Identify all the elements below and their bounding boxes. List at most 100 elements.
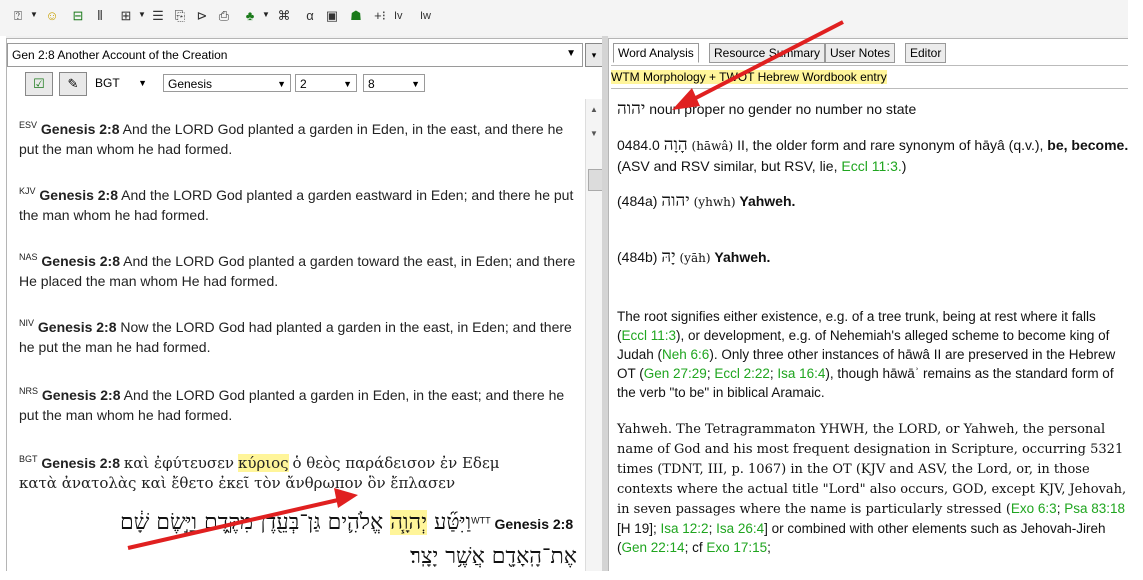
verse-wtt-line2: אֶת־הָֽאָדָ֖ם אֲשֶׁ֥ר יָצָֽר׃ [410, 544, 577, 569]
link-icon[interactable]: ✎ [59, 72, 87, 96]
passage-title-dropdown[interactable]: Gen 2:8 Another Account of the Creation … [7, 43, 583, 67]
version-value: BGT [95, 76, 120, 90]
hebrew-word: הָוָה [663, 135, 688, 155]
highlighted-word-kyrios[interactable]: κύριος [237, 454, 289, 472]
analysis-pane: Word Analysis Resource Summary User Note… [608, 38, 1135, 580]
verse-nas: NAS Genesis 2:8 And the LORD God planted… [19, 251, 579, 291]
greek-text-line2: κατὰ ἀνατολὰς καὶ ἔθετο ἐκεῖ τὸν ἄνθρωπο… [19, 474, 456, 492]
people-dropdown-caret[interactable]: ▼ [262, 10, 270, 19]
yahweh-paragraph: Yahweh. The Tetragrammaton YHWH, the LOR… [617, 419, 1129, 557]
user-group-icon[interactable]: ☺ [44, 8, 60, 24]
scripture-link[interactable]: Exo 6:3 [1011, 501, 1057, 516]
compare-icon[interactable]: ⊳ [194, 8, 210, 24]
scroll-up-icon[interactable]: ▲ [590, 105, 598, 114]
hebrew-word: יהוה [661, 191, 690, 211]
verse-ref[interactable]: Genesis 2:8 [41, 455, 120, 471]
morphology-description: noun proper no gender no number no state [649, 101, 917, 117]
version-abbr: KJV [19, 186, 36, 196]
highlighted-word-yhwh[interactable]: יְהוָ֧ה [390, 510, 427, 535]
grid-dropdown-caret[interactable]: ▼ [138, 10, 146, 19]
hebrew-word: יָהּ [661, 247, 676, 267]
version-abbr: NIV [19, 318, 35, 328]
pane-dropdown-button[interactable]: ▾ [585, 43, 603, 67]
entry-text: ) [901, 158, 907, 174]
torn-edge-right [1128, 0, 1143, 580]
window-icon[interactable]: ▣ [324, 8, 340, 24]
verse-esv: ESV Genesis 2:8 And the LORD God planted… [19, 119, 579, 159]
verse-ref[interactable]: Genesis 2:8 [495, 516, 574, 532]
verse-niv: NIV Genesis 2:8 Now the LORD God had pla… [19, 317, 579, 357]
chapter-select[interactable]: 2 ▼ [295, 74, 357, 92]
verse-value: 8 [368, 77, 375, 91]
paragraph-text: ; cf [684, 540, 707, 555]
scripture-link[interactable]: Isa 26:4 [716, 521, 764, 536]
scripture-link[interactable]: Psa 83:18 [1064, 501, 1125, 516]
sub-entry-number: (484a) [617, 193, 658, 209]
verse-ref[interactable]: Genesis 2:8 [42, 387, 121, 403]
toolbar-text-iw[interactable]: Iw [420, 10, 431, 22]
torn-edge-bottom [0, 571, 1143, 580]
root-paragraph: The root signifies either existence, e.g… [617, 307, 1129, 402]
paragraph-text: [H 19]; [617, 521, 661, 536]
verse-wtt: WTT Genesis 2:8 וַיִּטַּ֞ע יְהוָ֧ה אֱלֹה… [27, 509, 577, 535]
scripture-link[interactable]: Eccl 11:3. [841, 158, 901, 174]
help-icon[interactable]: ⍰ [10, 8, 26, 24]
tab-user-notes[interactable]: User Notes [825, 43, 896, 63]
source-info-bar: WTM Morphology + TWOT Hebrew Wordbook en… [611, 65, 1131, 89]
tab-resource-summary[interactable]: Resource Summary [709, 43, 826, 63]
alpha-icon[interactable]: α [302, 8, 318, 24]
version-abbr: NAS [19, 252, 38, 262]
version-abbr: WTT [471, 515, 491, 526]
sub-entry-a: (484a) יהוה (yhwh) Yahweh. [617, 191, 1129, 212]
add-column-icon[interactable]: +⁝ [372, 8, 388, 24]
chevron-down-icon: ▼ [411, 79, 420, 89]
network-icon[interactable]: ⌘ [276, 8, 292, 24]
print-icon[interactable]: ⎙ [216, 8, 232, 24]
chevron-down-icon: ▼ [277, 79, 286, 89]
checkbox-toggle-icon[interactable]: ☑ [25, 72, 53, 96]
gloss: Yahweh. [739, 193, 796, 209]
gloss: Yahweh. [714, 249, 771, 265]
tab-word-analysis[interactable]: Word Analysis [613, 43, 699, 63]
entry-text: II, the older form and rare synonym of h… [737, 137, 1044, 153]
verse-kjv: KJV Genesis 2:8 And the LORD God planted… [19, 185, 579, 225]
chapter-value: 2 [300, 77, 307, 91]
entry-number: 0484.0 [617, 137, 660, 153]
window-layout-icon[interactable]: ⊟ [70, 8, 86, 24]
scripture-link[interactable]: Gen 27:29 [644, 366, 707, 381]
hebrew-word: יהוה [617, 99, 646, 119]
scripture-link[interactable]: Eccl 11:3 [622, 328, 677, 343]
scripture-link[interactable]: Neh 6:6 [662, 347, 709, 362]
help-dropdown-caret[interactable]: ▼ [30, 10, 38, 19]
verse-select[interactable]: 8 ▼ [363, 74, 425, 92]
greek-text: ὁ θεὸς παράδεισον ἐν Εδεμ [292, 454, 500, 472]
book-value: Genesis [168, 77, 213, 91]
scripture-link[interactable]: Eccl 2:22 [714, 366, 770, 381]
separator: ; [708, 521, 717, 536]
grid-icon[interactable]: ⊞ [118, 8, 134, 24]
entry-gloss: be, become. [1047, 137, 1129, 153]
scripture-link[interactable]: Exo 17:15 [706, 540, 767, 555]
greek-text: καὶ ἐφύτευσεν [123, 454, 235, 472]
list-icon[interactable]: ☰ [150, 8, 166, 24]
book-select[interactable]: Genesis ▼ [163, 74, 291, 92]
verse-ref[interactable]: Genesis 2:8 [41, 121, 120, 137]
reference-selector-row: ☑ ✎ BGT ▼ Genesis ▼ 2 ▼ 8 ▼ [7, 71, 603, 96]
copy-icon[interactable]: ⎘ [172, 8, 188, 24]
scripture-link[interactable]: Isa 12:2 [661, 521, 709, 536]
verse-ref[interactable]: Genesis 2:8 [39, 187, 118, 203]
people-icon[interactable]: ♣ [242, 8, 258, 24]
scripture-link[interactable]: Gen 22:14 [622, 540, 685, 555]
passage-title: Gen 2:8 Another Account of the Creation [12, 48, 228, 62]
toolbar-text-iv[interactable]: Iv [394, 10, 403, 22]
scripture-link[interactable]: Isa 16:4 [777, 366, 825, 381]
scroll-down-icon[interactable]: ▼ [590, 129, 598, 138]
tab-editor[interactable]: Editor [905, 43, 947, 63]
version-select[interactable]: BGT ▼ [91, 74, 151, 92]
sub-entry-b: (484b) יָהּ (yāh) Yahweh. [617, 247, 1129, 268]
user-settings-icon[interactable]: ☗ [348, 8, 364, 24]
verse-ref[interactable]: Genesis 2:8 [41, 253, 120, 269]
scroll-thumb[interactable] [588, 169, 603, 191]
verse-ref[interactable]: Genesis 2:8 [38, 319, 117, 335]
columns-icon[interactable]: ⦀ [92, 8, 108, 24]
